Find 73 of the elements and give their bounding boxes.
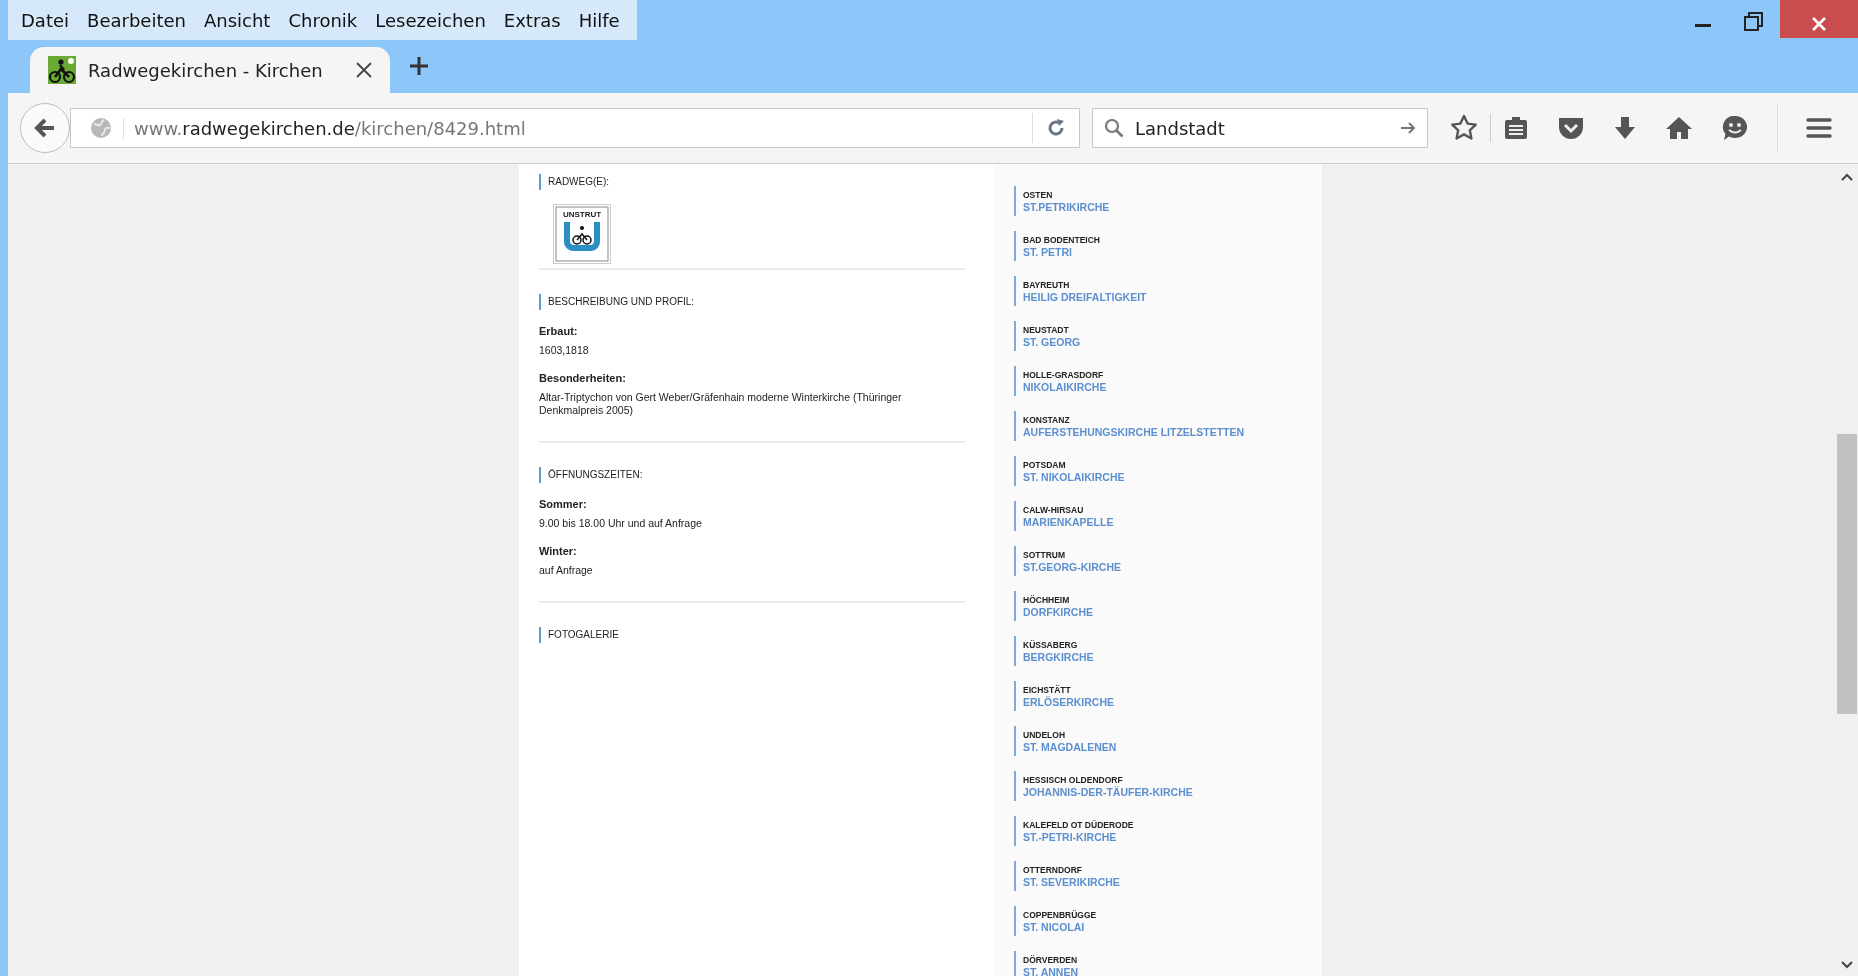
town-name: KONSTANZ — [1023, 413, 1071, 426]
church-link[interactable]: ST.PETRIKIRCHE — [1023, 200, 1322, 214]
church-link[interactable]: JOHANNIS-DER-TÄUFER-KIRCHE — [1023, 785, 1322, 799]
field-label: Sommer: — [539, 497, 588, 511]
menu-item[interactable]: Ansicht — [194, 9, 280, 31]
search-icon — [1103, 117, 1125, 139]
field-value: Altar-Triptychon von Gert Weber/Gräfenhain moderne Winterkirche (Thüringer Denkmalpreis 2005) — [539, 391, 903, 417]
town-name: OSTEN — [1023, 188, 1054, 201]
menu-item[interactable]: Chronik — [279, 9, 367, 31]
church-link[interactable]: AUFERSTEHUNGSKIRCHE LITZELSTETTEN — [1023, 425, 1322, 439]
church-link[interactable]: HEILIG DREIFALTIGKEIT — [1023, 290, 1322, 304]
church-link[interactable]: ST. NIKOLAIKIRCHE — [1023, 470, 1322, 484]
chat-smiley-icon[interactable] — [1721, 114, 1749, 142]
cyclist-icon — [48, 56, 76, 84]
url-text: www.radwegekirchen.de/kirchen/8429.html — [123, 117, 1022, 139]
menu-item[interactable]: Extras — [494, 9, 570, 31]
town-name: POTSDAM — [1023, 458, 1067, 471]
church-link[interactable]: ST. GEORG — [1023, 335, 1322, 349]
town-name: KALEFELD OT DÜDERODE — [1023, 818, 1135, 831]
field-value: auf Anfrage — [539, 564, 594, 577]
church-link[interactable]: ST. NICOLAI — [1023, 920, 1322, 934]
town-name: HOLLE-GRASDORF — [1023, 368, 1105, 381]
field-label: Erbaut: — [539, 324, 579, 338]
field-value: 1603,1818 — [539, 344, 590, 357]
menu-item[interactable]: Datei — [12, 9, 79, 31]
church-link[interactable]: ST.-PETRI-KIRCHE — [1023, 830, 1322, 844]
home-icon[interactable] — [1665, 115, 1693, 141]
bookmark-star-icon[interactable] — [1450, 114, 1478, 142]
church-link[interactable]: NIKOLAIKIRCHE — [1023, 380, 1322, 394]
town-name: BAD BODENTEICH — [1023, 233, 1101, 246]
close-window-button[interactable] — [1780, 0, 1858, 38]
menu-item[interactable]: Lesezeichen — [366, 9, 495, 31]
church-link[interactable]: ST. MAGDALENEN — [1023, 740, 1322, 754]
menu-item[interactable]: Hilfe — [569, 9, 629, 31]
field-label: Besonderheiten: — [539, 371, 627, 385]
address-bar[interactable]: www.radwegekirchen.de/kirchen/8429.html — [70, 108, 1080, 148]
church-link[interactable]: ST. SEVERIKIRCHE — [1023, 875, 1322, 889]
close-tab-icon[interactable] — [354, 60, 374, 80]
church-link[interactable]: MARIENKAPELLE — [1023, 515, 1322, 529]
field-label: Winter: — [539, 544, 578, 558]
browser-tab[interactable]: Radwegekirchen - Kirchen — [30, 47, 390, 93]
new-tab-icon[interactable] — [408, 55, 430, 77]
church-link[interactable]: ST. PETRI — [1023, 245, 1322, 259]
town-name: OTTERNDORF — [1023, 863, 1084, 876]
town-name: DÖRVERDEN — [1023, 953, 1079, 966]
town-name: NEUSTADT — [1023, 323, 1070, 336]
globe-icon — [89, 116, 113, 140]
town-name: EICHSTÄTT — [1023, 683, 1072, 696]
route-logo[interactable]: UNSTRUT — [553, 204, 611, 264]
town-name: SOTTRUM — [1023, 548, 1067, 561]
town-name: HESSISCH OLDENDORF — [1023, 773, 1124, 786]
town-name: BAYREUTH — [1023, 278, 1071, 291]
close-icon[interactable] — [1810, 15, 1828, 33]
scrollbar[interactable] — [1836, 164, 1858, 976]
search-field[interactable]: Landstadt — [1092, 108, 1428, 148]
clipboard-list-icon[interactable] — [1503, 115, 1529, 141]
town-name: HÖCHHEIM — [1023, 593, 1071, 606]
church-link[interactable]: ST. ANNEN — [1023, 965, 1322, 976]
download-icon[interactable] — [1613, 115, 1637, 141]
town-name: CALW-HIRSAU — [1023, 503, 1085, 516]
church-link[interactable]: ST.GEORG-KIRCHE — [1023, 560, 1322, 574]
field-value: 9.00 bis 18.00 Uhr und auf Anfrage — [539, 517, 703, 530]
menu-item[interactable]: Bearbeiten — [78, 9, 195, 31]
menu-icon[interactable] — [1806, 117, 1832, 139]
church-link[interactable]: ERLÖSERKIRCHE — [1023, 695, 1322, 709]
town-name: UNDELOH — [1023, 728, 1067, 741]
town-name: COPPENBRÜGGE — [1023, 908, 1098, 921]
town-name: KÜSSABERG — [1023, 638, 1079, 651]
pocket-icon[interactable] — [1557, 115, 1585, 141]
church-link[interactable]: BERGKIRCHE — [1023, 650, 1322, 664]
church-link[interactable]: DORFKIRCHE — [1023, 605, 1322, 619]
back-button[interactable] — [20, 103, 70, 153]
restore-icon[interactable] — [1743, 10, 1765, 32]
